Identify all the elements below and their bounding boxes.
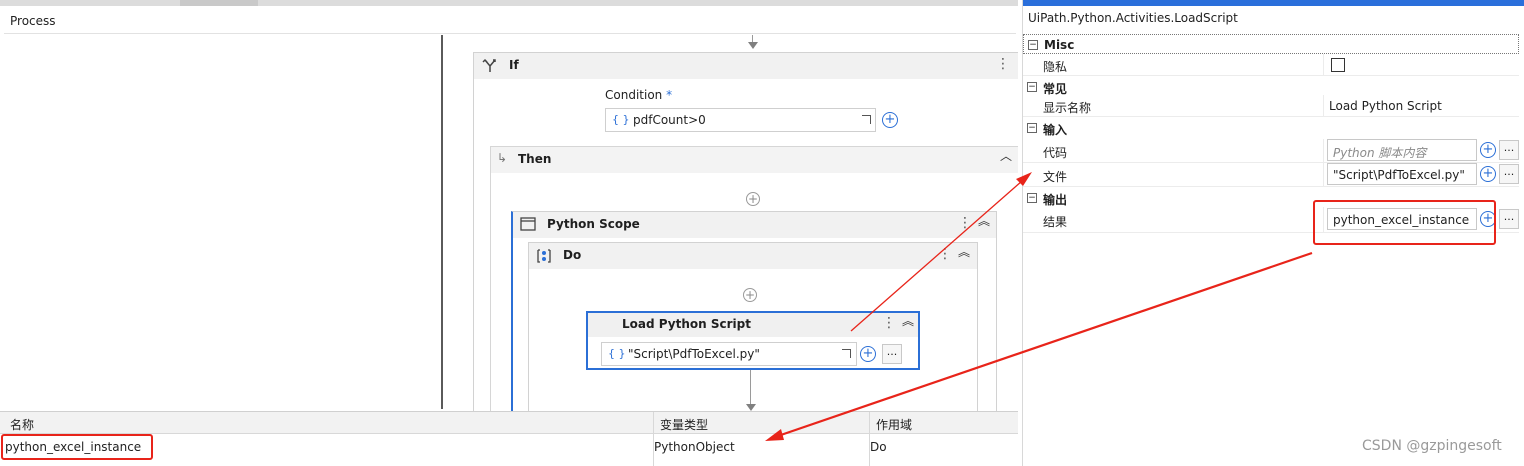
load-python-script-activity[interactable]: Load Python Script ⋮ ︽ { } "Script\PdfTo… — [586, 311, 920, 370]
category-output-label: 输出 — [1043, 193, 1068, 207]
breadcrumb-item-process[interactable]: Process — [10, 14, 56, 28]
category-input-label: 输入 — [1043, 123, 1068, 137]
property-divider — [1323, 54, 1324, 76]
required-mark: * — [666, 88, 673, 102]
private-label: 隐私 — [1043, 60, 1068, 74]
expand-editor-icon[interactable] — [862, 115, 871, 124]
expand-editor-icon-2[interactable] — [842, 349, 851, 358]
code-browse-button[interactable]: ... — [1499, 140, 1519, 160]
category-misc[interactable]: − Misc — [1023, 34, 1519, 54]
file-value: "Script\PdfToExcel.py" — [1333, 168, 1465, 182]
watermark: CSDN @gzpingesoft — [1362, 438, 1502, 454]
flowchart-connector-line — [441, 35, 443, 409]
display-name-value[interactable]: Load Python Script — [1329, 99, 1442, 113]
python-scope-collapse-icon[interactable]: ︽ — [978, 215, 990, 227]
then-arrow-icon: ↳ — [497, 151, 508, 165]
then-title: Then — [518, 152, 552, 166]
script-file-input[interactable]: { } "Script\PdfToExcel.py" — [601, 342, 857, 366]
scope-window-icon — [520, 217, 536, 234]
if-more-options-icon[interactable]: ⋮ — [996, 57, 1010, 71]
insert-activity-plus-icon-2[interactable]: + — [743, 288, 757, 302]
document-tab-active[interactable] — [180, 0, 258, 6]
collapse-minus-icon[interactable]: − — [1027, 82, 1037, 92]
property-row-code: 代码 Python 脚本内容 + ... — [1023, 139, 1519, 163]
add-argument-plus-icon-2[interactable]: + — [860, 346, 876, 362]
result-label: 结果 — [1043, 215, 1068, 229]
category-misc-label: Misc — [1044, 38, 1075, 52]
sequence-icon — [536, 248, 552, 267]
do-header: Do ⋮ ︽ — [529, 243, 977, 269]
do-title: Do — [563, 248, 582, 262]
code-input[interactable]: Python 脚本内容 — [1327, 139, 1477, 161]
column-header-name[interactable]: 名称 — [10, 416, 34, 433]
property-divider — [1323, 163, 1324, 187]
variables-header: 名称 变量类型 作用域 — [0, 412, 1018, 434]
activity-class-name: UiPath.Python.Activities.LoadScript — [1028, 11, 1238, 25]
load-script-collapse-icon[interactable]: ︽ — [902, 315, 914, 327]
connector-line-2 — [750, 369, 751, 409]
file-browse-button[interactable]: ... — [1499, 164, 1519, 184]
then-header: ↳ Then ︿ — [491, 147, 1018, 173]
if-branch-icon — [482, 57, 498, 76]
code-label: 代码 — [1043, 146, 1068, 160]
code-placeholder: Python 脚本内容 — [1333, 146, 1427, 160]
python-scope-more-options-icon[interactable]: ⋮ — [958, 216, 972, 230]
category-input[interactable]: − 输入 — [1023, 118, 1519, 138]
load-script-header: Load Python Script ⋮ ︽ — [588, 313, 918, 337]
insert-activity-plus-icon[interactable]: + — [746, 192, 760, 206]
then-branch[interactable]: ↳ Then ︿ + Python Scope ⋮ ︽ Do ⋮ ︽ + — [490, 146, 1018, 422]
variable-type-cell[interactable]: PythonObject — [654, 440, 735, 454]
file-label: 文件 — [1043, 170, 1068, 184]
display-name-label: 显示名称 — [1043, 101, 1092, 115]
property-row-private: 隐私 — [1023, 54, 1519, 76]
variable-scope-cell[interactable]: Do — [870, 440, 887, 454]
python-scope-title: Python Scope — [547, 217, 640, 231]
column-header-type[interactable]: 变量类型 — [660, 416, 708, 433]
category-common[interactable]: − 常见 — [1023, 77, 1519, 97]
code-add-plus-icon[interactable]: + — [1480, 142, 1496, 158]
private-checkbox[interactable] — [1331, 58, 1345, 72]
do-more-options-icon[interactable]: ⋮ — [938, 247, 952, 261]
expression-braces-icon: { } — [612, 113, 630, 126]
collapse-minus-icon[interactable]: − — [1027, 123, 1037, 133]
annotation-highlight-result — [1313, 200, 1496, 245]
result-browse-button[interactable]: ... — [1499, 209, 1519, 229]
breadcrumb: Process — [4, 8, 1016, 34]
python-scope-header: Python Scope ⋮ ︽ — [513, 212, 996, 238]
property-divider — [1323, 95, 1324, 117]
property-divider — [1323, 139, 1324, 163]
condition-input[interactable]: { } pdfCount>0 — [605, 108, 876, 132]
workflow-designer: Process If ⋮ Condition * { } pdfCount>0 — [0, 0, 1018, 466]
do-collapse-icon[interactable]: ︽ — [958, 246, 970, 258]
file-input[interactable]: "Script\PdfToExcel.py" — [1327, 163, 1477, 185]
condition-label: Condition — [605, 88, 663, 102]
arrow-down-icon — [748, 42, 758, 49]
load-script-title: Load Python Script — [622, 317, 751, 331]
condition-label-wrap: Condition * — [605, 88, 672, 102]
add-argument-plus-icon[interactable]: + — [882, 112, 898, 128]
collapse-chevron-icon[interactable]: ︿ — [1000, 150, 1012, 162]
expression-braces-icon-2: { } — [608, 347, 626, 360]
collapse-minus-icon[interactable]: − — [1028, 40, 1038, 50]
if-title: If — [509, 58, 519, 72]
document-tabstrip — [0, 0, 1018, 6]
property-row-file: 文件 "Script\PdfToExcel.py" + ... — [1023, 163, 1519, 187]
file-add-plus-icon[interactable]: + — [1480, 166, 1496, 182]
script-file-value: "Script\PdfToExcel.py" — [628, 347, 760, 361]
properties-title-bar — [1023, 0, 1524, 6]
load-script-more-options-icon[interactable]: ⋮ — [882, 316, 896, 330]
condition-value: pdfCount>0 — [633, 113, 706, 127]
column-header-scope[interactable]: 作用域 — [876, 416, 912, 433]
if-header: If ⋮ — [474, 53, 1018, 79]
browse-file-button[interactable]: ... — [882, 344, 902, 364]
annotation-highlight-variable — [1, 434, 153, 460]
collapse-minus-icon[interactable]: − — [1027, 193, 1037, 203]
designer-canvas[interactable]: If ⋮ Condition * { } pdfCount>0 + ↳ Then… — [4, 35, 1018, 422]
property-row-display-name: 显示名称 Load Python Script — [1023, 95, 1519, 117]
arrow-down-icon-2 — [746, 404, 756, 411]
